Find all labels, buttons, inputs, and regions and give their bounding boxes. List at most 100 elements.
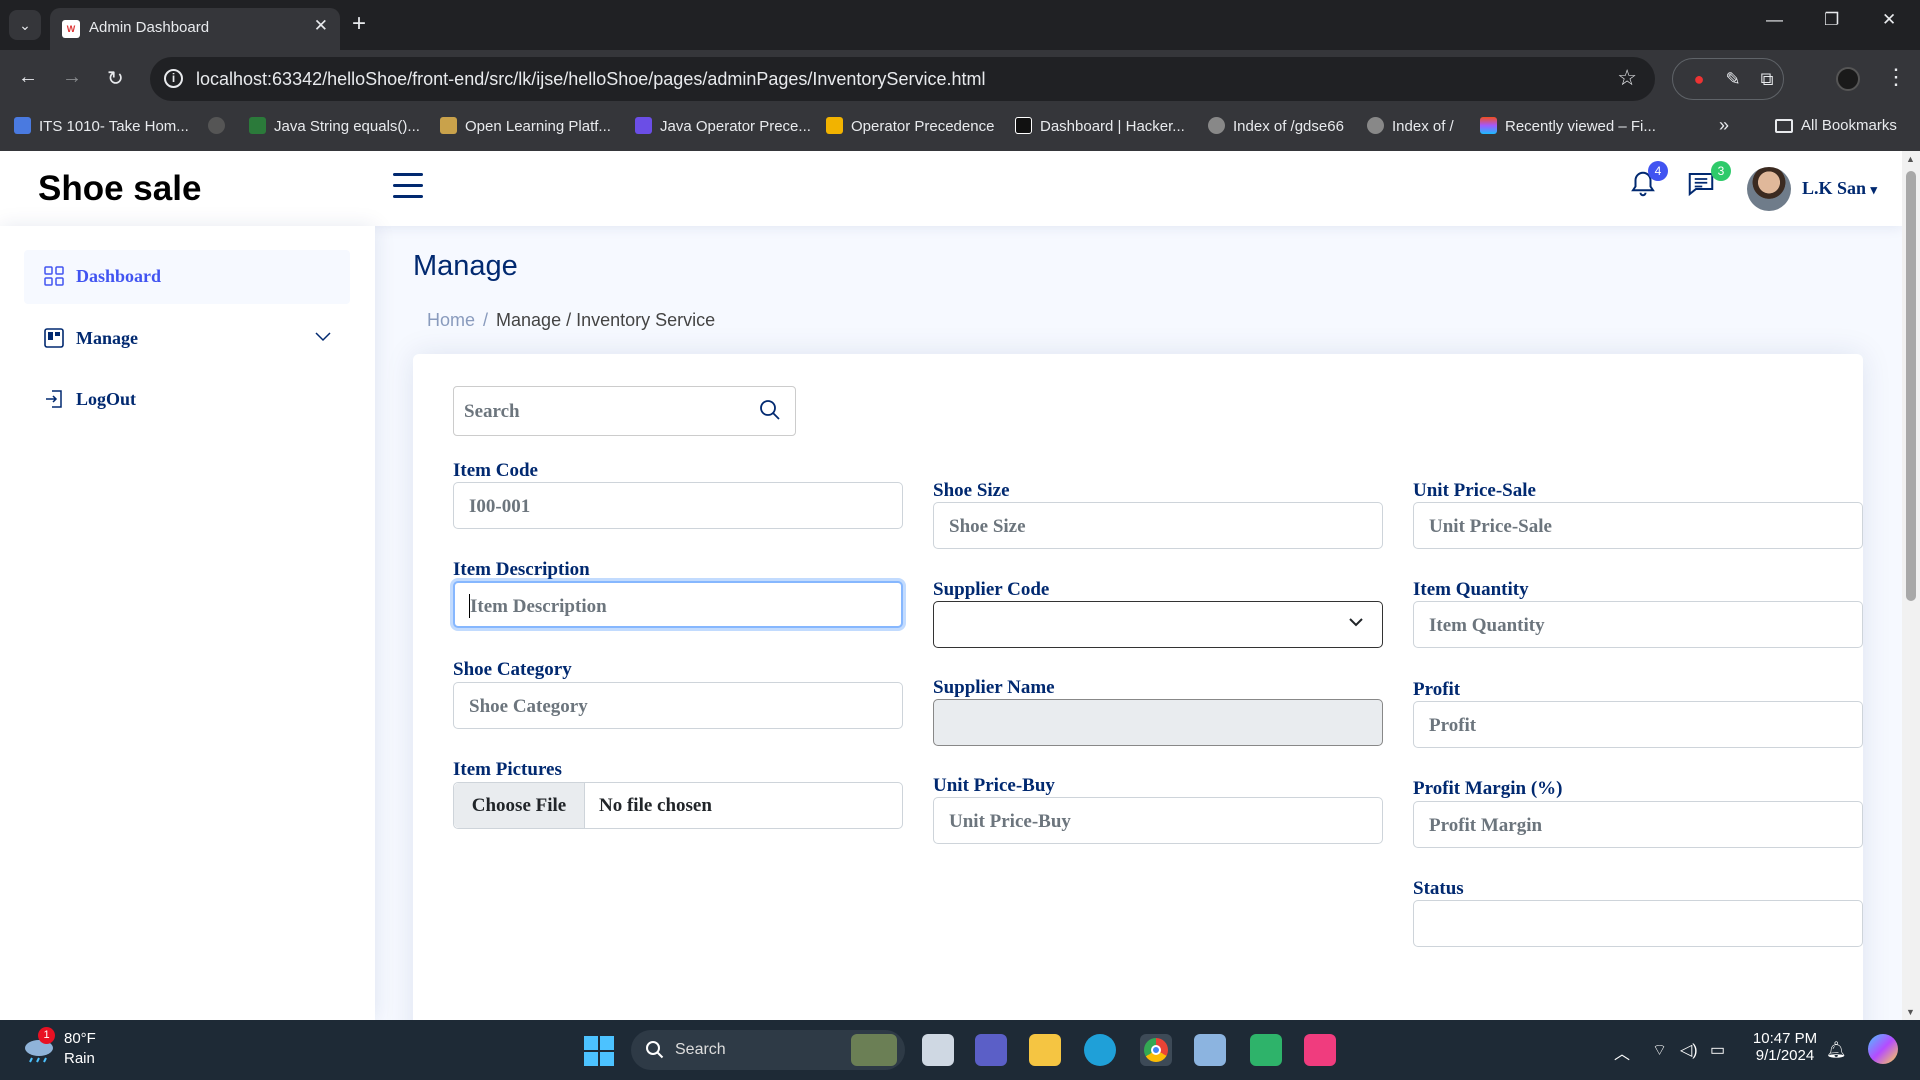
time: 10:47 PM (1752, 1030, 1818, 1047)
profit-margin-field[interactable]: Profit Margin (1413, 801, 1863, 848)
search-input[interactable]: Search (453, 386, 796, 436)
notification-bell-icon[interactable]: 🔔︎ (1826, 1040, 1846, 1060)
unit-price-sale-label: Unit Price-Sale (1413, 480, 1536, 501)
task-view-icon[interactable] (922, 1034, 954, 1066)
choose-file-button[interactable]: Choose File (454, 783, 585, 828)
close-window-button[interactable]: ✕ (1882, 10, 1896, 30)
breadcrumb-home[interactable]: Home (427, 310, 475, 330)
unit-price-sale-field[interactable]: Unit Price-Sale (1413, 502, 1863, 549)
bookmark-item[interactable]: Operator Precedence (826, 117, 994, 135)
search-icon[interactable] (759, 399, 781, 421)
chevron-down-icon (1348, 615, 1364, 633)
scroll-down-arrow[interactable]: ▼ (1906, 1007, 1915, 1017)
windows-start-icon[interactable] (584, 1036, 614, 1066)
browser-tab[interactable]: W Admin Dashboard ✕ (50, 8, 340, 50)
bookmark-item[interactable]: Dashboard | Hacker... (1015, 117, 1185, 135)
sidebar-item-manage[interactable]: Manage (24, 312, 350, 366)
item-pictures-file-input[interactable]: Choose File No file chosen (453, 782, 903, 829)
tab-favicon: W (62, 20, 80, 38)
minimize-button[interactable]: — (1766, 10, 1783, 30)
copilot-icon[interactable] (1868, 1034, 1898, 1064)
bookmark-item[interactable]: Open Learning Platf... (440, 117, 611, 135)
avatar[interactable] (1747, 167, 1791, 211)
reload-button[interactable]: ↻ (107, 66, 124, 91)
file-status: No file chosen (599, 795, 712, 816)
weather-badge: 1 (38, 1027, 55, 1044)
wifi-icon[interactable]: ⌔ (1652, 1040, 1667, 1060)
profit-field[interactable]: Profit (1413, 701, 1863, 748)
battery-icon[interactable]: ▭ (1710, 1040, 1725, 1060)
extensions-puzzle-icon[interactable]: ⧉ (1755, 67, 1779, 91)
bookmark-item[interactable]: Java Operator Prece... (635, 117, 811, 135)
color-picker-extension-icon[interactable]: ✎ (1721, 67, 1745, 91)
profit-margin-label: Profit Margin (%) (1413, 778, 1563, 799)
clock[interactable]: 10:47 PM 9/1/2024 (1750, 1030, 1820, 1064)
restore-button[interactable]: ❐ (1824, 10, 1839, 30)
item-description-field[interactable]: Item Description (453, 581, 903, 628)
new-tab-button[interactable]: + (352, 10, 366, 38)
bookmark-star-icon[interactable]: ☆ (1617, 65, 1637, 91)
supplier-name-label: Supplier Name (933, 677, 1055, 698)
adblock-extension-icon[interactable]: ● (1687, 67, 1711, 91)
url-text[interactable]: localhost:63342/helloShoe/front-end/src/… (196, 69, 985, 90)
address-bar[interactable]: i localhost:63342/helloShoe/front-end/sr… (150, 57, 1655, 101)
supplier-code-select[interactable] (933, 601, 1383, 648)
volume-icon[interactable]: ◁) (1680, 1040, 1698, 1060)
notifications-button[interactable]: 4 (1628, 161, 1668, 205)
unit-price-sale-placeholder: Unit Price-Sale (1429, 516, 1552, 537)
item-code-field[interactable]: I00-001 (453, 482, 903, 529)
menu-toggle-icon[interactable] (393, 173, 423, 199)
browser-menu-icon[interactable]: ⋮ (1885, 64, 1907, 90)
all-bookmarks-button[interactable]: All Bookmarks (1775, 117, 1897, 134)
taskbar-search[interactable]: Search (631, 1030, 905, 1070)
sidebar-item-logout[interactable]: LogOut (24, 373, 350, 427)
back-button[interactable]: ← (18, 66, 38, 89)
bookmark-item[interactable]: ITS 1010- Take Hom... (14, 117, 189, 135)
bookmark-item[interactable]: Index of / (1367, 117, 1454, 135)
teams-icon[interactable] (975, 1034, 1007, 1066)
close-tab-icon[interactable]: ✕ (314, 16, 328, 36)
search-placeholder: Search (464, 401, 520, 422)
app-icon[interactable] (1250, 1034, 1282, 1066)
browser-toolbar: ← → ↻ i localhost:63342/helloShoe/front-… (0, 50, 1920, 109)
extensions-group: ● ✎ ⧉ (1672, 58, 1784, 100)
profile-avatar[interactable] (1836, 67, 1860, 91)
item-quantity-field[interactable]: Item Quantity (1413, 601, 1863, 648)
shoe-category-label: Shoe Category (453, 659, 572, 680)
user-menu[interactable]: L.K San ▾ (1802, 178, 1877, 199)
edge-icon[interactable] (1084, 1034, 1116, 1066)
intellij-icon[interactable] (1304, 1034, 1336, 1066)
site-info-icon[interactable]: i (164, 69, 183, 88)
bookmark-item[interactable]: Index of /gdse66 (1208, 117, 1344, 135)
file-explorer-icon[interactable] (1029, 1034, 1061, 1066)
github-bookmark-icon[interactable] (208, 117, 233, 135)
sidebar-item-dashboard[interactable]: Dashboard (24, 250, 350, 304)
item-quantity-placeholder: Item Quantity (1429, 615, 1545, 636)
bookmarks-bar: ITS 1010- Take Hom... Java String equals… (0, 109, 1920, 151)
shoe-category-field[interactable]: Shoe Category (453, 682, 903, 729)
scroll-up-arrow[interactable]: ▲ (1906, 154, 1915, 164)
shoe-size-field[interactable]: Shoe Size (933, 502, 1383, 549)
bookmark-item[interactable]: Java String equals()... (249, 117, 420, 135)
supplier-code-label: Supplier Code (933, 579, 1050, 600)
breadcrumb: Home / Manage / Inventory Service (427, 310, 715, 331)
status-field[interactable] (1413, 900, 1863, 947)
photos-icon[interactable] (1194, 1034, 1226, 1066)
messages-badge: 3 (1711, 161, 1731, 181)
status-label: Status (1413, 878, 1464, 899)
show-hidden-icons[interactable]: ︿ (1614, 1040, 1630, 1064)
logo[interactable]: Shoe sale (38, 169, 201, 209)
messages-button[interactable]: 3 (1685, 161, 1731, 205)
item-description-label: Item Description (453, 559, 590, 580)
chrome-icon[interactable] (1140, 1034, 1172, 1066)
tab-search-button[interactable]: ⌄ (9, 10, 41, 40)
scrollbar-thumb[interactable] (1906, 171, 1916, 601)
unit-price-buy-field[interactable]: Unit Price-Buy (933, 797, 1383, 844)
browser-tab-bar: ⌄ W Admin Dashboard ✕ + — ❐ ✕ (0, 0, 1920, 50)
bookmark-item[interactable]: Recently viewed – Fi... (1480, 117, 1656, 135)
page-scrollbar[interactable]: ▲ ▼ (1902, 151, 1920, 1020)
forward-button[interactable]: → (62, 66, 82, 89)
date: 9/1/2024 (1755, 1047, 1815, 1064)
tab-title: Admin Dashboard (89, 19, 210, 36)
more-bookmarks-button[interactable]: » (1719, 115, 1729, 136)
